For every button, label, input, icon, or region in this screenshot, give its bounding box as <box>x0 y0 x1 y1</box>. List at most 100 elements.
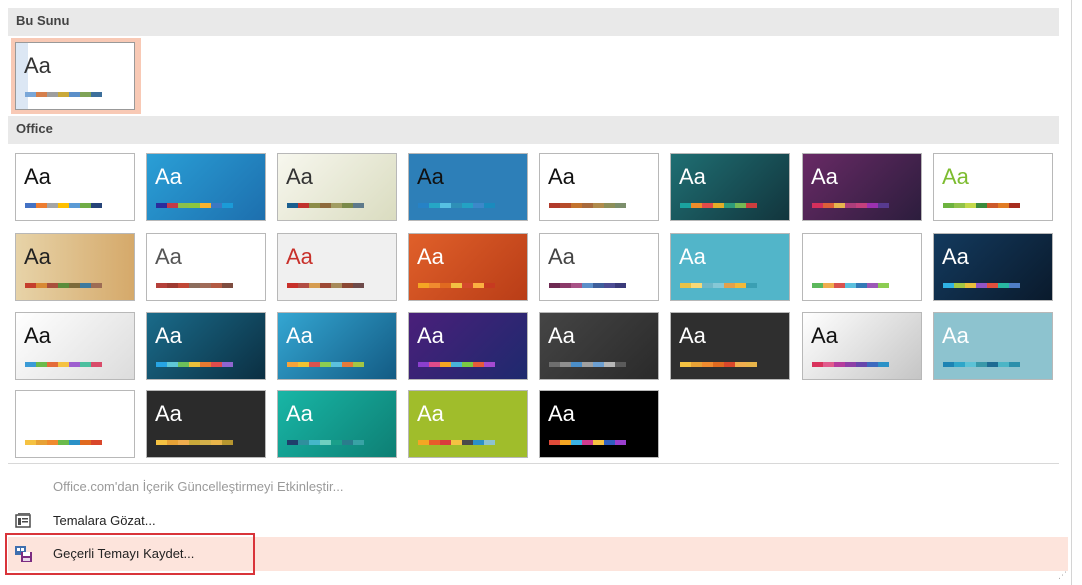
theme-swatches <box>549 203 626 208</box>
color-swatch <box>615 203 626 208</box>
theme-thumbnail-integral-theme[interactable]: Aa <box>277 153 397 221</box>
theme-thumbnail-headlines-theme[interactable]: Aa <box>408 390 528 458</box>
theme-aa-label: Aa <box>548 164 575 189</box>
theme-aa-label: Aa <box>155 323 182 348</box>
color-swatch <box>462 440 473 445</box>
theme-thumbnail-savon-theme[interactable]: Aa <box>670 233 790 301</box>
color-swatch <box>713 362 724 367</box>
theme-swatches <box>549 362 626 367</box>
theme-thumbnail-feathered-theme[interactable]: Aa <box>277 390 397 458</box>
color-swatch <box>353 440 364 445</box>
color-swatch <box>36 440 47 445</box>
color-swatch <box>25 283 36 288</box>
theme-swatches <box>943 203 1020 208</box>
theme-thumbnail-slice-theme[interactable]: Aa <box>933 153 1053 221</box>
color-swatch <box>582 362 593 367</box>
theme-swatches <box>549 440 626 445</box>
color-swatch <box>342 362 353 367</box>
theme-swatches <box>680 203 757 208</box>
color-swatch <box>189 362 200 367</box>
color-swatch <box>80 92 91 97</box>
theme-thumbnail-droplet-theme[interactable]: Aa <box>146 312 266 380</box>
color-swatch <box>691 283 702 288</box>
color-swatch <box>571 283 582 288</box>
color-swatch <box>724 283 735 288</box>
theme-thumbnail-main-event-theme[interactable]: Aa <box>408 233 528 301</box>
color-swatch <box>418 440 429 445</box>
color-swatch <box>91 440 102 445</box>
theme-thumbnail-gallery-theme[interactable]: Aa <box>146 233 266 301</box>
theme-thumbnail-metropolitan-theme[interactable]: Aa <box>408 312 528 380</box>
color-swatch <box>582 283 593 288</box>
color-swatch <box>418 283 429 288</box>
color-swatch <box>560 283 571 288</box>
enable-content-updates-item: Office.com'dan İçerik Güncelleştirmeyi E… <box>8 472 1068 502</box>
color-swatch <box>691 362 702 367</box>
color-swatch <box>571 440 582 445</box>
theme-thumbnail-facet-theme[interactable]: Aa <box>146 153 266 221</box>
theme-thumbnail-frame-theme[interactable]: Aa <box>277 312 397 380</box>
theme-aa-label: Aa <box>155 401 182 426</box>
color-swatch <box>342 440 353 445</box>
color-swatch <box>965 203 976 208</box>
color-swatch <box>200 440 211 445</box>
theme-thumbnail-ion-boardroom-theme[interactable]: Aa <box>539 153 659 221</box>
theme-thumbnail-ion-theme[interactable]: Aa <box>408 153 528 221</box>
theme-thumbnail-circuit-theme[interactable]: Aa <box>15 312 135 380</box>
color-swatch <box>604 440 615 445</box>
theme-swatches <box>25 203 102 208</box>
color-swatch <box>320 362 331 367</box>
color-swatch <box>987 203 998 208</box>
color-swatch <box>680 283 691 288</box>
theme-thumbnail-dividend-blue-theme[interactable]: Aa <box>933 312 1053 380</box>
color-swatch <box>582 203 593 208</box>
current-theme-thumbnail[interactable]: Aa <box>15 42 135 110</box>
theme-thumbnail-vapor-trail-theme[interactable]: Aa <box>146 390 266 458</box>
color-swatch <box>156 283 167 288</box>
color-swatch <box>867 283 878 288</box>
color-swatch <box>178 362 189 367</box>
theme-thumbnail-retrospect-theme[interactable]: Aa <box>802 153 922 221</box>
color-swatch <box>320 283 331 288</box>
theme-aa-label: Aa <box>24 164 51 189</box>
theme-swatches <box>418 362 495 367</box>
color-swatch <box>560 203 571 208</box>
theme-thumbnail-view-theme[interactable]: Aa <box>802 233 922 301</box>
color-swatch <box>867 203 878 208</box>
color-swatch <box>309 283 320 288</box>
browse-themes-item[interactable]: Temalara Gözat... <box>8 506 1068 536</box>
theme-thumbnail-mesh-theme[interactable]: Aa <box>539 233 659 301</box>
color-swatch <box>178 283 189 288</box>
theme-thumbnail-badge-theme[interactable]: Aa <box>15 390 135 458</box>
color-swatch <box>549 362 560 367</box>
color-swatch <box>878 283 889 288</box>
color-swatch <box>309 203 320 208</box>
color-swatch <box>976 283 987 288</box>
theme-thumbnail-berlin-theme[interactable]: Aa <box>277 233 397 301</box>
color-swatch <box>845 283 856 288</box>
color-swatch <box>91 203 102 208</box>
color-swatch <box>440 203 451 208</box>
color-swatch <box>353 283 364 288</box>
color-swatch <box>189 283 200 288</box>
color-swatch <box>473 283 484 288</box>
resize-grip-icon[interactable]: ⋰ <box>1058 570 1067 581</box>
color-swatch <box>987 362 998 367</box>
color-swatch <box>429 440 440 445</box>
theme-thumbnail-parallax-theme[interactable]: Aa <box>539 312 659 380</box>
theme-thumbnail-basis-theme[interactable]: Aa <box>802 312 922 380</box>
theme-thumbnail-quotable-theme[interactable]: Aa <box>670 312 790 380</box>
theme-thumbnail-wisp-theme[interactable]: Aa <box>15 233 135 301</box>
theme-thumbnail-celestial-theme[interactable]: Aa <box>539 390 659 458</box>
theme-aa-label: Aa <box>811 244 838 269</box>
browse-themes-label: Temalara Gözat... <box>53 513 156 528</box>
color-swatch <box>200 203 211 208</box>
color-swatch <box>484 203 495 208</box>
theme-thumbnail-dividend-theme[interactable]: Aa <box>933 233 1053 301</box>
theme-thumbnail-office-theme[interactable]: Aa <box>15 153 135 221</box>
color-swatch <box>713 203 724 208</box>
current-theme-selection: Aa <box>11 38 141 114</box>
color-swatch <box>735 362 746 367</box>
theme-thumbnail-organic-theme[interactable]: Aa <box>670 153 790 221</box>
theme-swatches <box>287 362 364 367</box>
